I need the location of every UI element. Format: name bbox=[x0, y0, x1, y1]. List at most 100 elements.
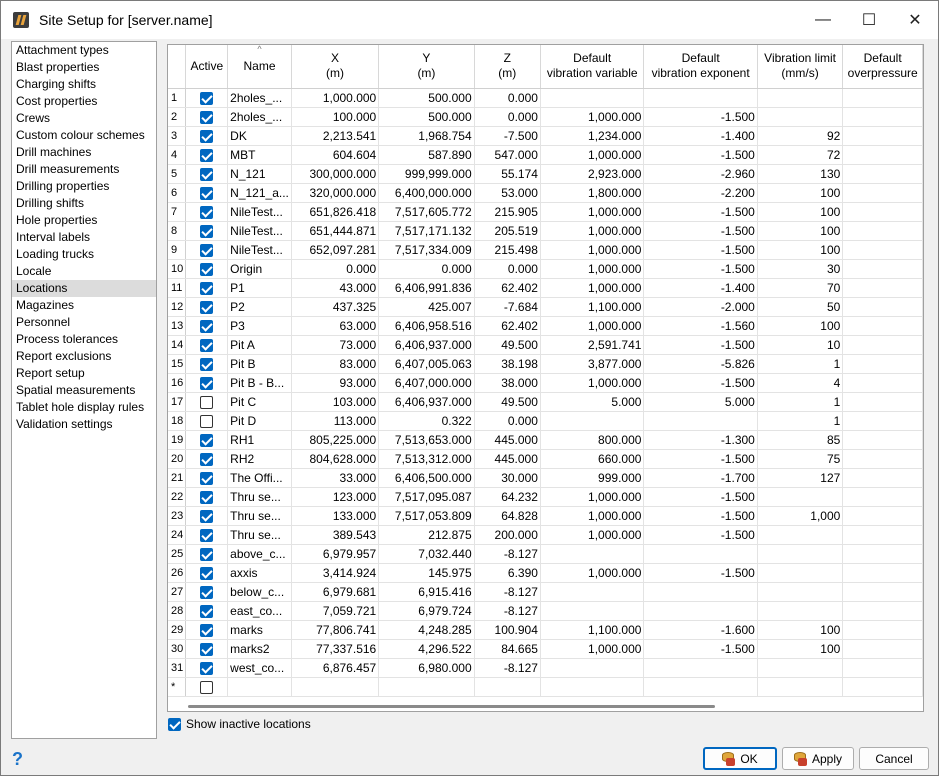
active-checkbox[interactable] bbox=[200, 243, 214, 257]
active-checkbox[interactable] bbox=[200, 585, 214, 599]
active-checkbox[interactable] bbox=[200, 566, 214, 580]
y-cell[interactable]: 6,915.416 bbox=[378, 582, 475, 602]
ok-button[interactable]: OK bbox=[703, 747, 777, 770]
z-cell[interactable]: 64.828 bbox=[474, 506, 541, 526]
active-cell[interactable] bbox=[185, 107, 229, 127]
overpressure-cell[interactable] bbox=[842, 449, 923, 469]
active-checkbox[interactable] bbox=[200, 623, 214, 637]
vibration-limit-cell[interactable] bbox=[757, 582, 844, 602]
table-row[interactable]: 26 axxis 3,414.924 145.975 6.390 1,000.000 -1.… bbox=[168, 563, 923, 583]
nav-item[interactable]: Cost properties bbox=[12, 93, 156, 110]
nav-item[interactable]: Crews bbox=[12, 110, 156, 127]
horizontal-scrollbar[interactable] bbox=[168, 702, 923, 711]
y-cell[interactable]: 6,406,937.000 bbox=[378, 335, 475, 355]
y-cell[interactable]: 6,400,000.000 bbox=[378, 183, 475, 203]
empty-cell[interactable] bbox=[291, 677, 380, 697]
cancel-button[interactable]: Cancel bbox=[859, 747, 929, 770]
name-cell[interactable]: NileTest... bbox=[227, 240, 292, 260]
overpressure-cell[interactable] bbox=[842, 620, 923, 640]
table-row[interactable]: 31 west_co... 6,876.457 6,980.000 -8.127 bbox=[168, 658, 923, 678]
x-cell[interactable]: 804,628.000 bbox=[291, 449, 380, 469]
overpressure-cell[interactable] bbox=[842, 297, 923, 317]
x-cell[interactable]: 73.000 bbox=[291, 335, 380, 355]
z-cell[interactable]: 205.519 bbox=[474, 221, 541, 241]
name-cell[interactable]: below_c... bbox=[227, 582, 292, 602]
active-cell[interactable] bbox=[185, 525, 229, 545]
active-cell[interactable] bbox=[185, 240, 229, 260]
scrollbar-thumb[interactable] bbox=[188, 705, 715, 708]
table-row[interactable]: 6 N_121_a... 320,000.000 6,400,000.000 53.00… bbox=[168, 183, 923, 203]
vibration-limit-cell[interactable]: 1,000 bbox=[757, 506, 844, 526]
active-cell[interactable] bbox=[185, 278, 229, 298]
vibration-limit-cell[interactable]: 100 bbox=[757, 620, 844, 640]
vibration-variable-cell[interactable]: 1,800.000 bbox=[540, 183, 645, 203]
name-cell[interactable]: east_co... bbox=[227, 601, 292, 621]
vibration-variable-cell[interactable]: 1,100.000 bbox=[540, 620, 645, 640]
name-cell[interactable]: west_co... bbox=[227, 658, 292, 678]
y-cell[interactable]: 425.007 bbox=[378, 297, 475, 317]
z-cell[interactable]: 53.000 bbox=[474, 183, 541, 203]
table-row[interactable]: 27 below_c... 6,979.681 6,915.416 -8.127 bbox=[168, 582, 923, 602]
vibration-limit-cell[interactable]: 1 bbox=[757, 354, 844, 374]
y-cell[interactable]: 7,513,312.000 bbox=[378, 449, 475, 469]
vibration-limit-cell[interactable]: 30 bbox=[757, 259, 844, 279]
active-checkbox[interactable] bbox=[200, 490, 214, 504]
vibration-exponent-cell[interactable]: -1.500 bbox=[643, 506, 758, 526]
vibration-limit-cell[interactable]: 10 bbox=[757, 335, 844, 355]
vibration-limit-cell[interactable]: 1 bbox=[757, 411, 844, 431]
x-cell[interactable]: 320,000.000 bbox=[291, 183, 380, 203]
table-row[interactable]: 18 Pit D 113.000 0.322 0.000 1 bbox=[168, 411, 923, 431]
overpressure-cell[interactable] bbox=[842, 601, 923, 621]
nav-item[interactable]: Attachment types bbox=[12, 42, 156, 59]
vibration-limit-cell[interactable]: 127 bbox=[757, 468, 844, 488]
vibration-variable-cell[interactable] bbox=[540, 582, 645, 602]
vibration-variable-cell[interactable]: 3,877.000 bbox=[540, 354, 645, 374]
z-cell[interactable]: 0.000 bbox=[474, 107, 541, 127]
vibration-variable-cell[interactable] bbox=[540, 601, 645, 621]
y-cell[interactable]: 212.875 bbox=[378, 525, 475, 545]
z-cell[interactable]: 445.000 bbox=[474, 430, 541, 450]
vibration-limit-cell[interactable]: 85 bbox=[757, 430, 844, 450]
active-checkbox[interactable] bbox=[200, 452, 214, 466]
x-cell[interactable]: 77,337.516 bbox=[291, 639, 380, 659]
vibration-limit-cell[interactable] bbox=[757, 544, 844, 564]
active-cell[interactable] bbox=[185, 373, 229, 393]
name-cell[interactable]: Origin bbox=[227, 259, 292, 279]
active-checkbox[interactable] bbox=[200, 509, 214, 523]
nav-item[interactable]: Drill machines bbox=[12, 144, 156, 161]
y-cell[interactable]: 6,980.000 bbox=[378, 658, 475, 678]
overpressure-cell[interactable] bbox=[842, 506, 923, 526]
y-cell[interactable]: 0.322 bbox=[378, 411, 475, 431]
vibration-variable-cell[interactable]: 660.000 bbox=[540, 449, 645, 469]
active-checkbox[interactable] bbox=[200, 129, 214, 143]
active-cell[interactable] bbox=[185, 639, 229, 659]
overpressure-cell[interactable] bbox=[842, 525, 923, 545]
maximize-button[interactable]: ☐ bbox=[846, 1, 892, 39]
vibration-exponent-cell[interactable]: -1.500 bbox=[643, 107, 758, 127]
table-row[interactable]: 12 P2 437.325 425.007 -7.684 1,100.000 -2.000 5… bbox=[168, 297, 923, 317]
vibration-limit-cell[interactable]: 4 bbox=[757, 373, 844, 393]
vibration-exponent-cell[interactable]: -1.500 bbox=[643, 221, 758, 241]
z-cell[interactable]: -8.127 bbox=[474, 658, 541, 678]
vibration-limit-cell[interactable]: 100 bbox=[757, 221, 844, 241]
column-header[interactable]: Y (m) bbox=[378, 45, 475, 89]
vibration-limit-cell[interactable]: 72 bbox=[757, 145, 844, 165]
overpressure-cell[interactable] bbox=[842, 126, 923, 146]
active-cell[interactable] bbox=[185, 297, 229, 317]
x-cell[interactable]: 805,225.000 bbox=[291, 430, 380, 450]
vibration-limit-cell[interactable]: 100 bbox=[757, 183, 844, 203]
y-cell[interactable]: 7,517,053.809 bbox=[378, 506, 475, 526]
vibration-variable-cell[interactable]: 800.000 bbox=[540, 430, 645, 450]
z-cell[interactable]: -7.500 bbox=[474, 126, 541, 146]
column-header[interactable]: Active bbox=[185, 45, 229, 89]
nav-item[interactable]: Hole properties bbox=[12, 212, 156, 229]
overpressure-cell[interactable] bbox=[842, 183, 923, 203]
vibration-variable-cell[interactable] bbox=[540, 544, 645, 564]
vibration-exponent-cell[interactable] bbox=[643, 658, 758, 678]
close-button[interactable]: ✕ bbox=[892, 1, 938, 39]
vibration-exponent-cell[interactable]: -1.700 bbox=[643, 468, 758, 488]
table-row[interactable]: 7 NileTest... 651,826.418 7,517,605.772 215.… bbox=[168, 202, 923, 222]
y-cell[interactable]: 6,406,991.836 bbox=[378, 278, 475, 298]
vibration-limit-cell[interactable] bbox=[757, 487, 844, 507]
vibration-limit-cell[interactable]: 100 bbox=[757, 202, 844, 222]
